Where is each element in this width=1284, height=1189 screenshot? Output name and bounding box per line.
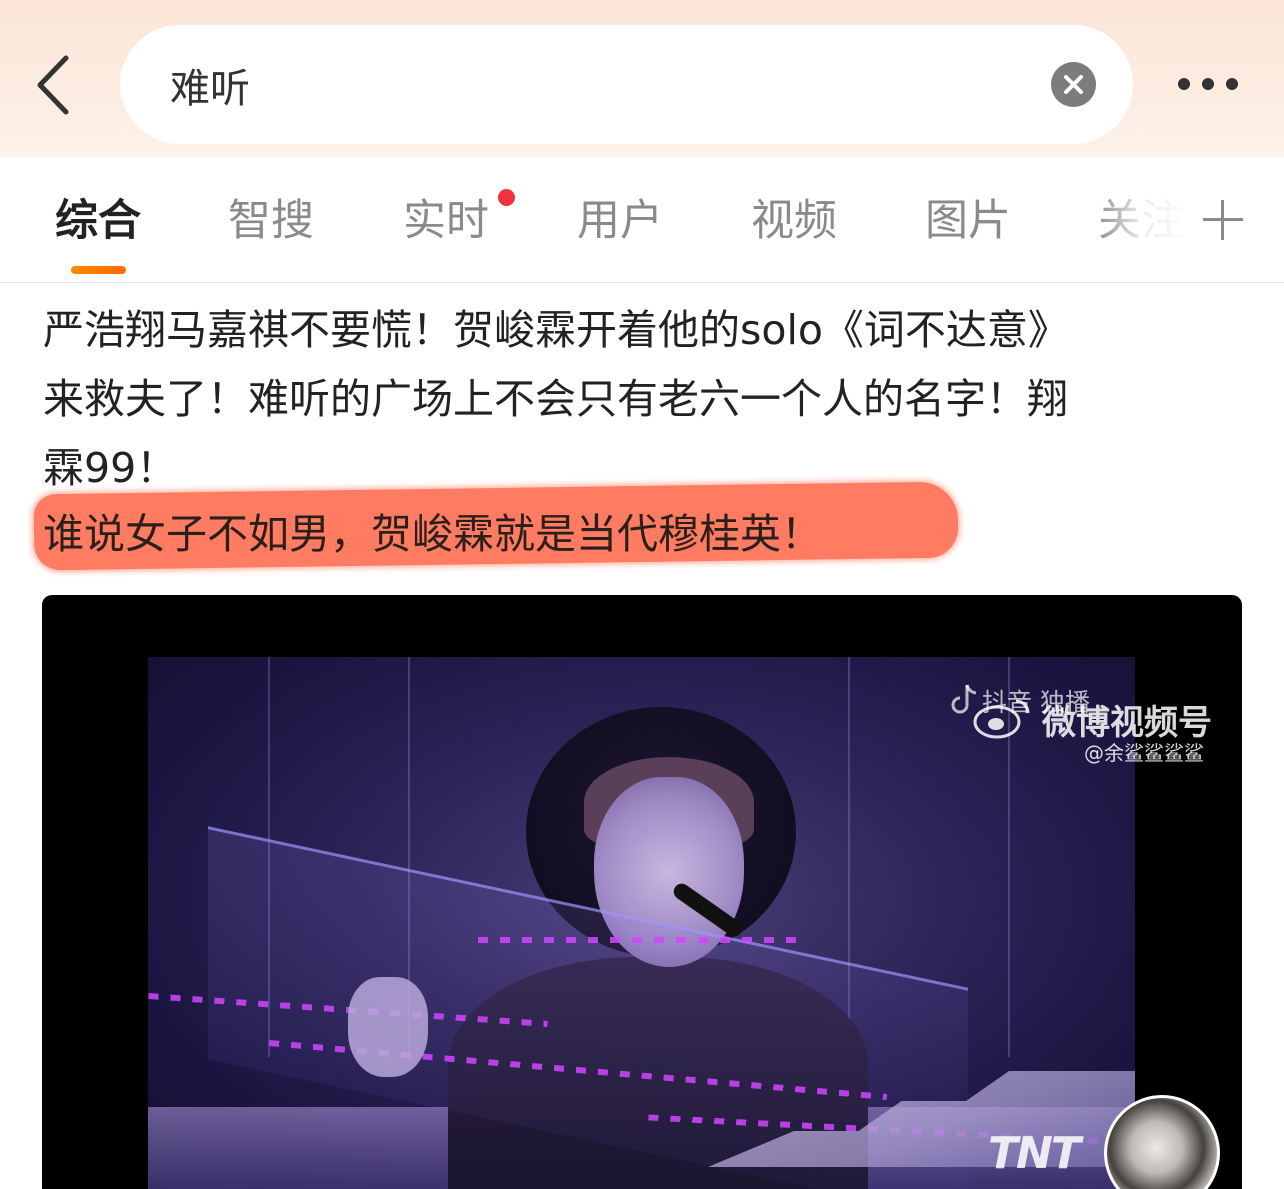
- tab-users[interactable]: 用户: [577, 195, 663, 247]
- clear-icon: [1064, 75, 1083, 94]
- tab-overflow-fade: [1095, 190, 1200, 260]
- more-button[interactable]: [1170, 70, 1246, 100]
- search-box[interactable]: [120, 25, 1133, 144]
- chevron-left-icon: [37, 55, 69, 115]
- post-body: 严浩翔马嘉祺不要慌！贺峻霖开着他的solo《词不达意》 来救夫了！难听的广场上不…: [43, 296, 1243, 503]
- post-line: 来救夫了！难听的广场上不会只有老六一个人的名字！翔: [43, 375, 1068, 423]
- tab-smart-search[interactable]: 智搜: [228, 195, 314, 247]
- more-icon: [1178, 78, 1190, 90]
- watermark-handle: @余鲨鲨鲨鲨: [1084, 741, 1204, 765]
- tab-images[interactable]: 图片: [925, 195, 1011, 247]
- clear-search-button[interactable]: [1051, 62, 1096, 107]
- new-content-dot: [498, 189, 515, 206]
- video-player[interactable]: 抖音 独播 微博视频号 @余鲨鲨鲨鲨 TNT: [42, 595, 1242, 1189]
- active-tab-indicator: [71, 266, 126, 274]
- back-button[interactable]: [30, 50, 80, 120]
- tab-realtime[interactable]: 实时: [403, 195, 489, 247]
- tnt-logo: TNT: [988, 1128, 1081, 1179]
- tab-videos[interactable]: 视频: [751, 195, 837, 247]
- post-highlighted-line: 谁说女子不如男，贺峻霖就是当代穆桂英！: [43, 510, 822, 558]
- weibo-icon: [973, 699, 1030, 739]
- plus-icon[interactable]: [1203, 200, 1243, 240]
- tab-comprehensive[interactable]: 综合: [55, 195, 141, 247]
- post-line: 严浩翔马嘉祺不要慌！贺峻霖开着他的solo《词不达意》: [43, 306, 1069, 354]
- search-input[interactable]: [168, 53, 972, 117]
- hand: [348, 977, 428, 1077]
- tab-bar: 综合 智搜 实时 用户 视频 图片 关注: [0, 157, 1284, 283]
- top-bar: [0, 0, 1284, 157]
